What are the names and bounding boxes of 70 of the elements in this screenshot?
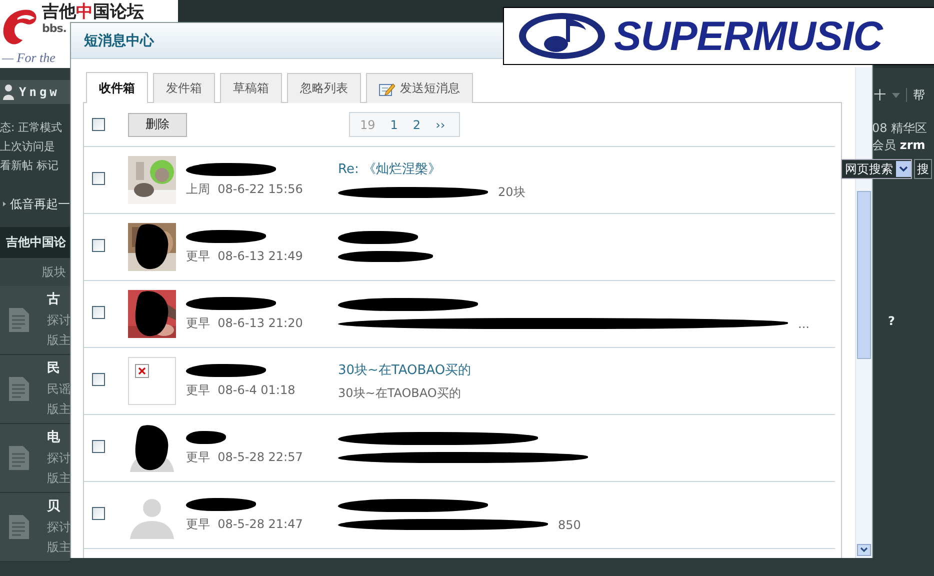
message-time: 更早 08-6-13 21:20 [186, 314, 304, 332]
search-select[interactable]: 网页搜索 [841, 159, 912, 179]
tab[interactable]: 发件箱 [153, 73, 215, 103]
message-summary: 30块~在TAOBAO买的 [338, 384, 461, 402]
page-link[interactable]: 1 [390, 118, 398, 132]
message-time: 上周 08-6-22 15:56 [186, 180, 304, 198]
logo-text: 中 [76, 2, 93, 22]
document-icon [9, 308, 29, 332]
forum-title[interactable]: 贝 [47, 497, 70, 517]
members-label: 会员 [872, 138, 896, 152]
broken-image-icon [135, 364, 149, 378]
row-checkbox[interactable] [92, 306, 105, 319]
page-link[interactable]: 2 [412, 118, 421, 132]
status-text: 态: 正常模式 [0, 120, 64, 136]
document-icon [9, 446, 29, 470]
tab[interactable]: 忽略列表 [287, 73, 361, 103]
logo-slogan: — For the [1, 50, 56, 66]
row-checkbox[interactable] [92, 239, 105, 252]
message-summary: ... [798, 316, 810, 330]
message-subject[interactable]: 30块~在TAOBAO买的 [338, 360, 472, 378]
message-time: 更早 08-6-4 01:18 [186, 382, 296, 398]
select-all-checkbox[interactable] [92, 118, 105, 131]
message-summary: 850 [558, 518, 581, 532]
delete-button[interactable]: 删除 [128, 112, 187, 136]
row-checkbox[interactable] [92, 440, 105, 453]
redaction-mark [186, 498, 256, 510]
caret-icon[interactable] [892, 92, 900, 98]
message-time: 更早 08-5-28 22:57 [186, 448, 304, 466]
column-title: 版块 [42, 264, 66, 280]
bullet-icon [3, 200, 6, 208]
music-note-logo-icon [518, 12, 606, 60]
dialog-title: 短消息中心 [84, 32, 154, 50]
row-checkbox[interactable] [92, 172, 105, 185]
row-checkbox[interactable] [92, 507, 105, 520]
thread-link[interactable]: 低音再起一 [10, 196, 70, 212]
help-link[interactable]: 帮 [913, 86, 925, 104]
scroll-down-icon[interactable] [857, 544, 871, 556]
dropdown-icon [896, 161, 911, 177]
forum-title[interactable]: 电 [47, 428, 70, 448]
document-icon [9, 377, 29, 401]
user-icon [3, 84, 14, 100]
message-summary: 20块 [498, 184, 526, 200]
tab[interactable]: 发送短消息 [366, 73, 473, 103]
message-subject[interactable]: Re: 《灿烂涅槃》 [338, 160, 526, 178]
row-checkbox[interactable] [92, 373, 105, 386]
document-icon [9, 515, 29, 539]
status-text: 看新帖 标记 [0, 158, 60, 174]
scroll-thumb[interactable] [857, 191, 871, 359]
banner-title: SUPERMUSIC [614, 12, 882, 60]
username[interactable]: Yngw [19, 85, 60, 99]
stats-text: 08 精华区 [872, 120, 928, 137]
message-time: 更早 08-6-13 21:49 [186, 248, 304, 264]
section-title: 吉他中国论 [6, 234, 66, 251]
forum-title[interactable]: 古 [47, 290, 70, 310]
next-page-link[interactable]: ›› [436, 118, 446, 132]
help-mark: ? [887, 314, 896, 328]
logo-text: 吉他 [42, 2, 76, 22]
tab[interactable]: 收件箱 [86, 72, 148, 103]
forum-title[interactable]: 民 [47, 359, 70, 379]
page-count: 19 [360, 118, 376, 132]
toolbar-item[interactable]: 十 [874, 86, 886, 104]
notepad-pencil-icon [379, 82, 395, 96]
message-time: 更早 08-5-28 21:47 [186, 516, 304, 532]
status-text: 上次访问是 [0, 139, 56, 155]
search-button[interactable]: 搜 [914, 159, 932, 179]
logo-text: 国论坛 [93, 2, 144, 22]
logo-domain: bbs. [42, 22, 68, 35]
redaction-mark [186, 430, 226, 444]
tab[interactable]: 草稿箱 [220, 73, 282, 103]
member-name[interactable]: zrm [900, 138, 926, 152]
